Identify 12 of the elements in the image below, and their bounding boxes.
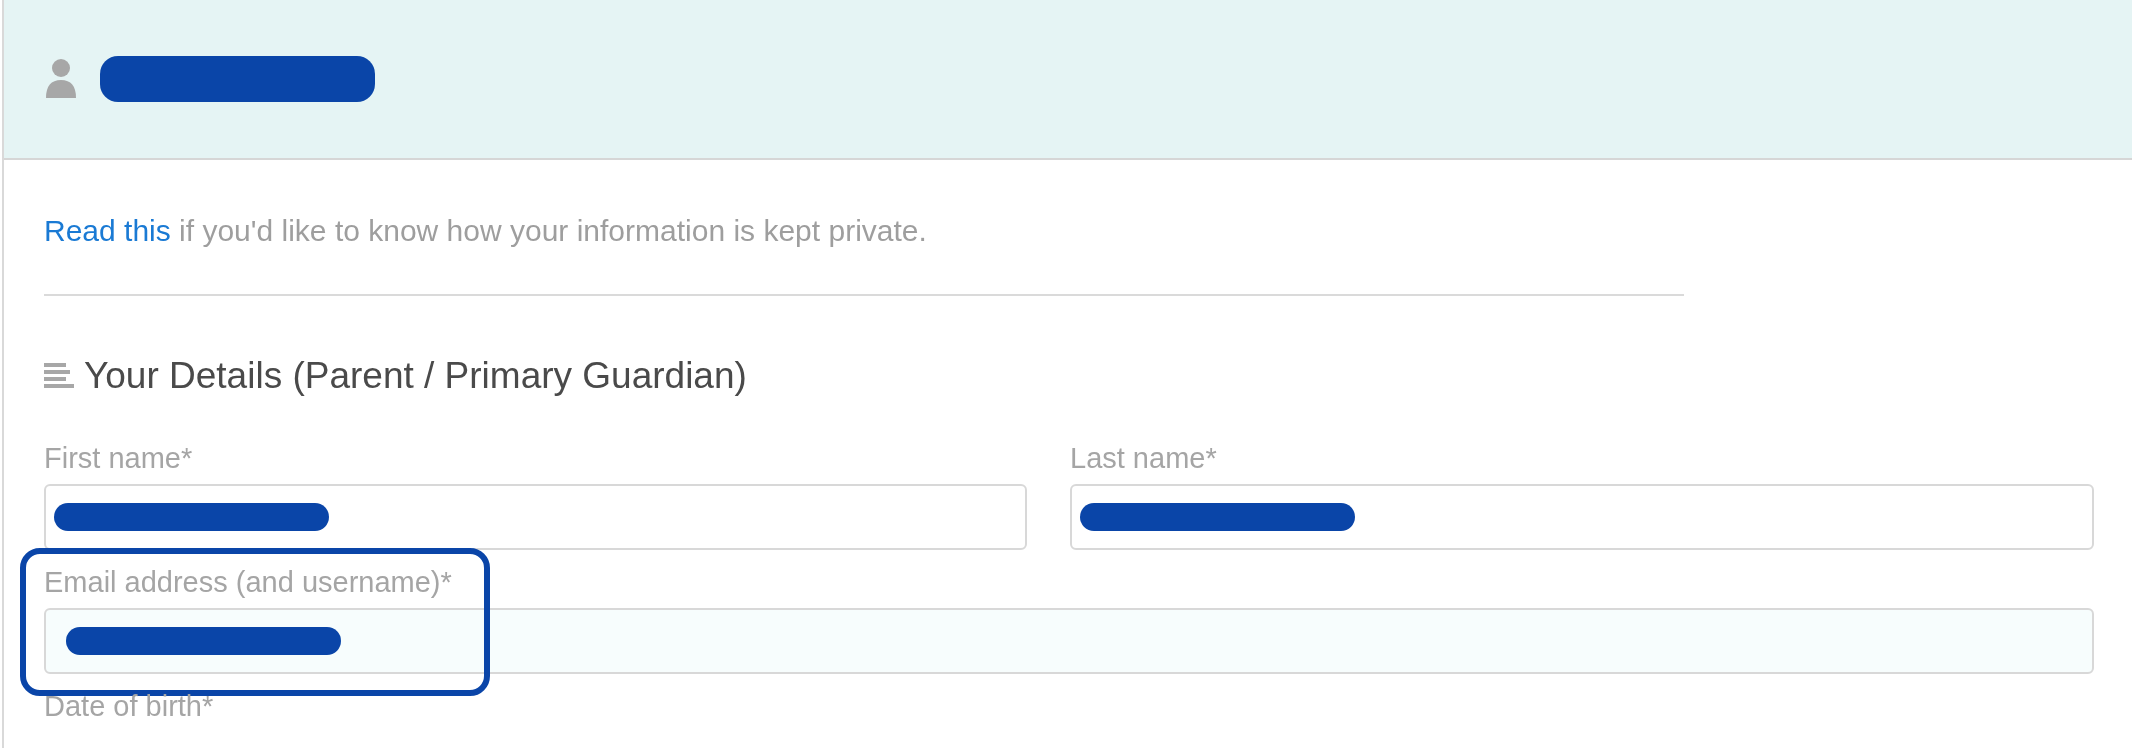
input-field[interactable] [44,484,1027,550]
field-label: Date of birth* [44,689,214,724]
person-icon [44,58,78,100]
input-field[interactable] [44,608,2094,674]
field-label: First name* [44,441,193,476]
list-icon [44,363,74,389]
section-title: Your Details (Parent / Primary Guardian) [84,354,747,398]
privacy-text: if you'd like to know how your information is kept private. [178,214,927,247]
input-field[interactable] [1070,484,2094,550]
read-this-link[interactable]: Read this [44,214,171,247]
field-label: Last name* [1070,441,1217,476]
field-label: Email address (and username)* [44,565,452,600]
